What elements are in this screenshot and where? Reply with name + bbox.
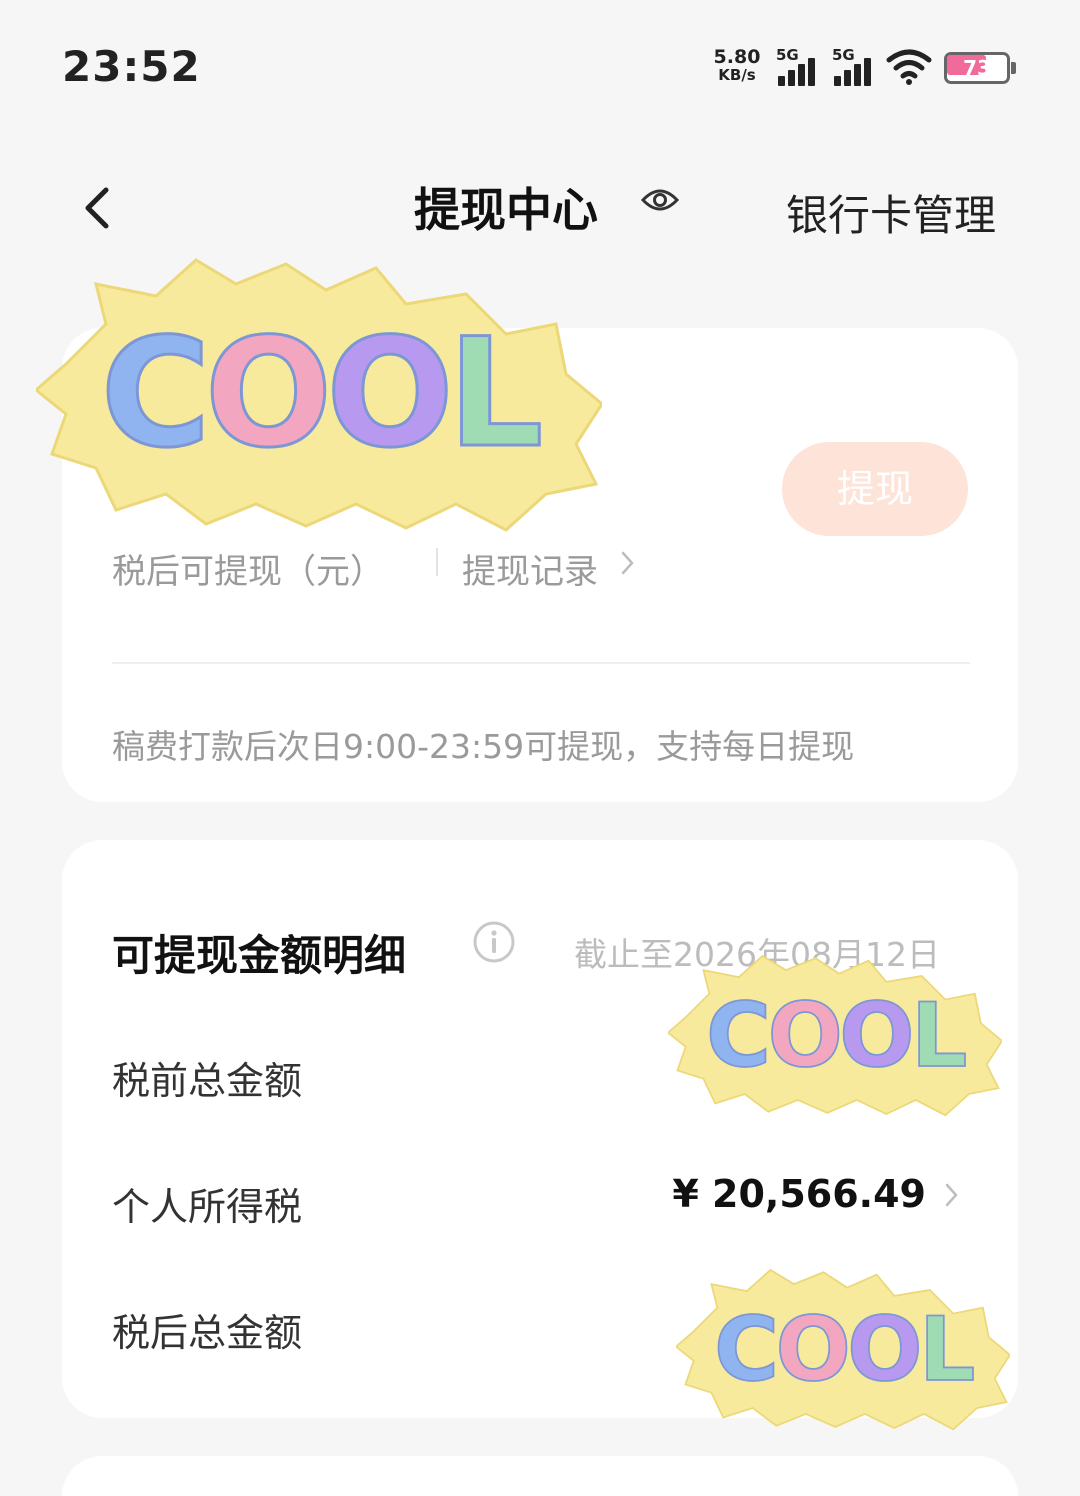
section-title: 可提现金额明细 <box>112 931 407 980</box>
divider <box>436 548 438 576</box>
battery-icon: 73 <box>944 52 1016 84</box>
wifi-icon <box>886 49 932 85</box>
eye-icon[interactable] <box>640 184 680 216</box>
signal-label: 5G <box>776 46 799 64</box>
next-card <box>62 1456 1018 1496</box>
row-income-tax-value[interactable]: ¥ 20,566.49 <box>672 1172 926 1216</box>
withdraw-record-link[interactable]: 提现记录 <box>462 544 598 593</box>
row-aftertax-total-label: 税后总金额 <box>112 1311 303 1355</box>
info-icon[interactable] <box>472 920 516 964</box>
sticker-text: COOL <box>101 307 540 481</box>
bank-card-manage-link[interactable]: 银行卡管理 <box>786 182 996 243</box>
divider <box>112 662 970 664</box>
back-button[interactable] <box>72 176 122 236</box>
row-pretax-total-label: 税前总金额 <box>112 1059 303 1103</box>
cool-sticker: COOL <box>676 1268 1010 1431</box>
signal-icon: 5G <box>832 46 878 86</box>
row-income-tax-label: 个人所得税 <box>112 1185 303 1229</box>
signal-icon: 5G <box>776 46 822 86</box>
available-amount-label: 税后可提现（元） <box>112 552 384 592</box>
signal-label: 5G <box>832 46 855 64</box>
chevron-right-icon <box>621 551 634 575</box>
withdraw-notice: 稿费打款后次日9:00-23:59可提现，支持每日提现 <box>112 727 855 766</box>
sticker-text: COOL <box>706 984 965 1087</box>
network-speed: 5.80 KB/s <box>710 46 764 85</box>
withdraw-button[interactable]: 提现 <box>782 442 968 536</box>
chevron-right-icon[interactable] <box>944 1182 960 1208</box>
cool-sticker: COOL <box>668 954 1002 1117</box>
chevron-left-icon <box>85 187 109 229</box>
network-speed-unit: KB/s <box>718 66 756 84</box>
sticker-text: COOL <box>714 1298 973 1401</box>
status-time: 23:52 <box>62 42 201 91</box>
status-bar: 23:52 5.80 KB/s 5G 5G 73 <box>0 0 1080 130</box>
page-title: 提现中心 <box>414 183 598 237</box>
cool-sticker: COOL <box>36 258 602 532</box>
battery-level: 73 <box>963 56 991 80</box>
network-speed-value: 5.80 <box>713 46 761 68</box>
